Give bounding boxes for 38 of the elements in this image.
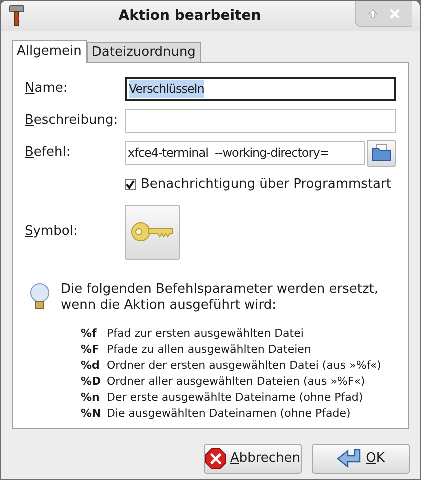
parameter-description: Ordner aller ausgewählten Dateien (aus »%F«) <box>107 374 366 390</box>
parameter-code: %F <box>81 342 101 358</box>
parameter-description: Der erste ausgewählte Dateiname (ohne Pfad) <box>107 390 364 406</box>
parameter-code: %N <box>81 406 102 422</box>
parameter-description: Ordner der ersten ausgewählten Datei (aus »%f«) <box>107 358 382 374</box>
tab[interactable]: Allgemein <box>12 40 87 63</box>
checkbox[interactable] <box>125 179 136 190</box>
field-label: Symbol: <box>25 223 79 242</box>
symbol-button[interactable] <box>125 204 180 260</box>
ok-button[interactable]: OK <box>312 444 410 474</box>
field-label: Name: <box>25 80 69 98</box>
cancel-button[interactable]: Abbrechen <box>204 444 302 474</box>
field-label: Beschreibung: <box>25 112 120 130</box>
light-bulb-icon <box>29 282 51 312</box>
text-field[interactable] <box>125 109 396 133</box>
hammer-icon <box>9 4 25 28</box>
parameter-description: Pfade zu allen ausgewählten Dateien <box>107 342 312 358</box>
parameter-code: %D <box>81 374 102 390</box>
parameter-description: Pfad zur ersten ausgewählten Datei <box>107 326 304 342</box>
parameter-code: %f <box>81 326 98 342</box>
tab[interactable]: Dateizuordnung <box>86 42 201 62</box>
text-field[interactable]: Verschlüsseln <box>125 77 396 101</box>
window-title: Aktion bearbeiten <box>118 6 262 26</box>
folder-icon <box>372 144 392 162</box>
checkbox-label: Benachrichtigung über Programmstart <box>141 176 392 194</box>
field-label: Befehl: <box>25 144 72 162</box>
close-icon[interactable] <box>390 8 400 18</box>
stop-icon <box>205 448 228 470</box>
info-text: Die folgenden Befehlsparameter werden ersetzt, <box>61 282 379 298</box>
info-text: wenn die Aktion ausgeführt wird: <box>61 298 278 314</box>
text-field[interactable]: xfce4-terminal --working-directory= <box>125 141 365 165</box>
return-arrow-icon <box>337 449 364 469</box>
up-arrow-icon[interactable] <box>368 8 378 18</box>
parameter-code: %n <box>81 390 101 406</box>
parameter-description: Die ausgewählten Dateinamen (ohne Pfade) <box>107 406 351 422</box>
key-icon <box>130 220 174 244</box>
parameter-code: %d <box>81 358 101 374</box>
folder-button[interactable] <box>367 140 396 166</box>
